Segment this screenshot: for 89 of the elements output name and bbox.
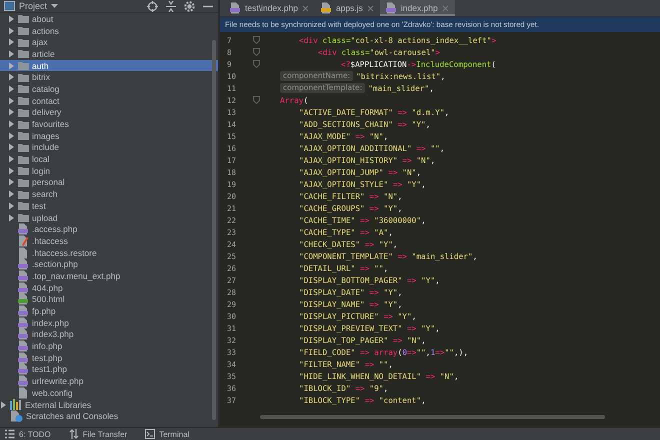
- folder-icon: [18, 131, 29, 140]
- library-icon: [10, 399, 22, 410]
- tree-item[interactable]: External Libraries: [0, 398, 218, 410]
- close-icon[interactable]: [442, 4, 449, 12]
- settings-icon[interactable]: [184, 0, 195, 12]
- folder-icon: [18, 108, 29, 117]
- tree-item[interactable]: catalog: [0, 83, 218, 95]
- project-window-icon: [4, 1, 15, 11]
- folder-icon: [18, 38, 29, 47]
- tool-window-button[interactable]: 6: TODO: [3, 429, 53, 439]
- tree-item[interactable]: Scratches and Consoles: [0, 410, 218, 422]
- php-file-icon: [18, 363, 29, 376]
- php-file-icon: [18, 375, 29, 388]
- close-icon[interactable]: [366, 4, 374, 12]
- tree-item[interactable]: test: [0, 200, 218, 212]
- tree-item[interactable]: .top_nav.menu_ext.php: [0, 270, 218, 282]
- folder-icon: [18, 142, 29, 152]
- tree-item[interactable]: personal: [0, 176, 218, 188]
- php-file-icon: [18, 340, 29, 352]
- folder-icon: [18, 166, 29, 176]
- locate-icon[interactable]: [147, 0, 158, 12]
- tree-item[interactable]: test.php: [0, 352, 218, 364]
- tree-item[interactable]: upload: [0, 212, 218, 224]
- caret-icon: [51, 4, 58, 8]
- tree-item[interactable]: search: [0, 188, 218, 200]
- folder-icon: [18, 201, 29, 210]
- collapse-all-icon[interactable]: [166, 0, 176, 12]
- folder-icon: [18, 84, 29, 94]
- tree-item[interactable]: urlrewrite.php: [0, 375, 218, 387]
- folder-icon: [18, 154, 29, 164]
- tree-item[interactable]: contact: [0, 94, 218, 106]
- tree-item[interactable]: article: [0, 48, 218, 60]
- tree-item[interactable]: auth: [0, 60, 218, 72]
- tree-item[interactable]: about: [0, 13, 218, 25]
- folder-icon: [18, 26, 29, 36]
- tree-item[interactable]: web.config: [0, 387, 218, 399]
- php-file-icon: [18, 223, 29, 236]
- folder-icon: [18, 178, 29, 187]
- tree-item[interactable]: fp.php: [0, 305, 218, 317]
- php-file-icon: [18, 270, 29, 282]
- list-icon: [5, 429, 15, 439]
- tool-window-button[interactable]: File Transfer: [66, 429, 130, 439]
- tree-item[interactable]: include: [0, 142, 218, 154]
- html-file-icon: [18, 293, 29, 306]
- folder-icon: [18, 96, 29, 106]
- editor-tab[interactable]: test\index.php: [224, 0, 315, 16]
- tool-window-button[interactable]: Terminal: [143, 429, 192, 439]
- folder-icon: [18, 120, 29, 129]
- folder-icon: [18, 213, 29, 222]
- scratch-file-icon: [10, 410, 23, 422]
- editor-tab[interactable]: index.php: [380, 0, 455, 16]
- php-file-icon: [18, 328, 29, 340]
- php-file-icon: [386, 2, 397, 14]
- scrollbar-thumb[interactable]: [260, 415, 605, 419]
- tree-item[interactable]: ajax: [0, 36, 218, 48]
- tree-item[interactable]: local: [0, 153, 218, 165]
- tree-item[interactable]: .htaccess.restore: [0, 246, 218, 258]
- tree-item[interactable]: index3.php: [0, 328, 218, 340]
- project-view-selector[interactable]: Project: [2, 1, 60, 11]
- tree-item[interactable]: delivery: [0, 106, 218, 118]
- php-file-icon: [230, 2, 241, 14]
- tree-item[interactable]: favourites: [0, 118, 218, 130]
- tree-item[interactable]: bitrix: [0, 71, 218, 84]
- close-icon[interactable]: [302, 4, 309, 12]
- php-file-icon: [18, 352, 29, 364]
- tree-item[interactable]: .access.php: [0, 223, 218, 236]
- tree-item[interactable]: login: [0, 164, 218, 177]
- transfer-icon: [68, 429, 79, 439]
- tree-item[interactable]: images: [0, 130, 218, 142]
- file-icon: [18, 246, 29, 259]
- tree-item[interactable]: .section.php: [0, 258, 218, 270]
- tree-item[interactable]: info.php: [0, 340, 218, 352]
- tree-item[interactable]: .htaccess: [0, 235, 218, 247]
- php-file-icon: [18, 316, 29, 329]
- tree-item[interactable]: 404.php: [0, 282, 218, 294]
- terminal-icon: [145, 429, 156, 439]
- tree-item[interactable]: index.php: [0, 316, 218, 329]
- folder-icon: [18, 61, 29, 70]
- folder-icon: [18, 190, 29, 199]
- php-file-icon: [18, 305, 29, 318]
- php-file-icon: [18, 258, 29, 270]
- js-file-icon: [320, 2, 332, 14]
- php-file-icon: [18, 282, 29, 294]
- file-icon: [18, 386, 29, 399]
- tree-item[interactable]: actions: [0, 24, 218, 36]
- editor-tab[interactable]: apps.js: [314, 0, 380, 16]
- tree-item[interactable]: test1.php: [0, 364, 218, 376]
- file-pencil-icon: [18, 234, 29, 247]
- tree-item[interactable]: 500.html: [0, 294, 218, 306]
